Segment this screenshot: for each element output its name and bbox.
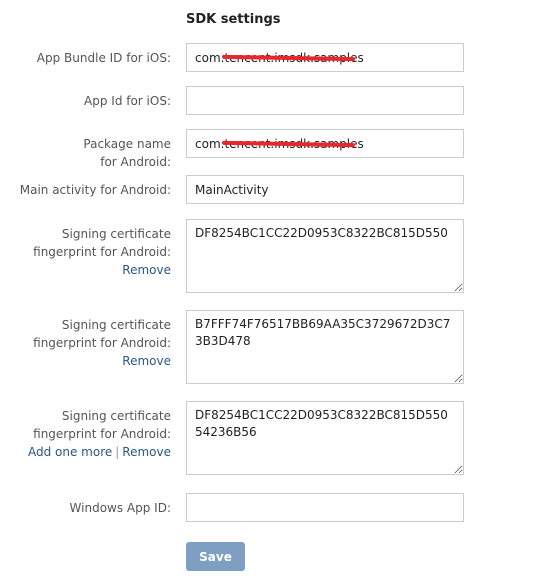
android-package-label: Package name for Android: [0,135,171,171]
fingerprint-3-textarea[interactable]: DF8254BC1CC22D0953C8322BC815D55054236B56 [186,401,464,475]
fingerprint-3-label-line2: fingerprint for Android: [33,427,171,441]
sdk-settings-form: SDK settings App Bundle ID for iOS: App … [0,0,540,585]
fingerprint-2-label: Signing certificate fingerprint for Andr… [0,316,171,370]
android-package-label-line2: for Android: [100,155,171,169]
fingerprint-2-label-line2: fingerprint for Android: [33,336,171,350]
fingerprint-3-label-line1: Signing certificate [61,409,171,423]
android-activity-input[interactable] [186,175,464,204]
fingerprint-1-remove-link[interactable]: Remove [122,263,171,277]
fingerprint-3-label: Signing certificate fingerprint for Andr… [0,407,171,461]
ios-app-id-input[interactable] [186,86,464,115]
fingerprint-2-remove-link[interactable]: Remove [122,354,171,368]
link-separator: | [115,445,120,459]
android-package-label-line1: Package name [83,137,171,151]
fingerprint-1-label: Signing certificate fingerprint for Andr… [0,225,171,279]
ios-app-id-label: App Id for iOS: [84,94,171,108]
ios-bundle-label: App Bundle ID for iOS: [36,51,171,65]
fingerprint-1-label-line1: Signing certificate [61,227,171,241]
fingerprint-2-label-line1: Signing certificate [61,318,171,332]
fingerprint-1-label-line2: fingerprint for Android: [33,245,171,259]
windows-app-id-label: Windows App ID: [69,501,171,515]
windows-app-id-input[interactable] [186,493,464,522]
page-title: SDK settings [186,12,281,27]
fingerprint-2-textarea[interactable]: B7FFF74F76517BB69AA35C3729672D3C73B3D478 [186,310,464,384]
android-activity-label: Main activity for Android: [19,183,171,197]
fingerprint-1-textarea[interactable]: DF8254BC1CC22D0953C8322BC815D550 [186,219,464,293]
fingerprint-3-remove-link[interactable]: Remove [122,445,171,459]
save-button[interactable]: Save [186,542,245,571]
add-one-more-link[interactable]: Add one more [28,445,112,459]
